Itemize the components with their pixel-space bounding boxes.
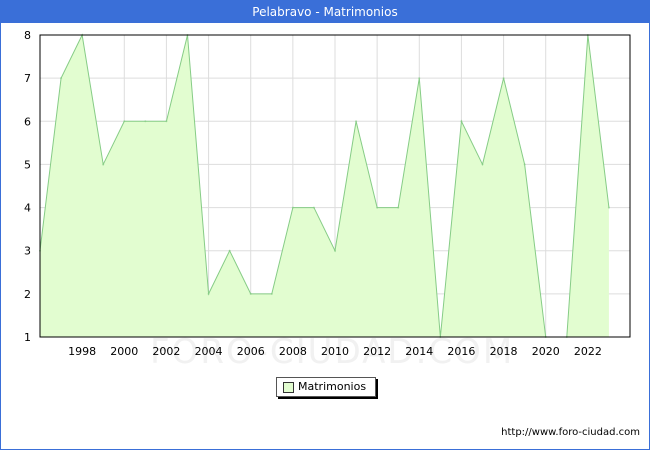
x-tick-label: 2016 <box>447 345 475 358</box>
y-tick-label: 6 <box>24 115 31 128</box>
x-tick-label: 1998 <box>68 345 96 358</box>
x-tick-label: 2022 <box>574 345 602 358</box>
data-point <box>60 77 63 80</box>
data-point <box>165 120 168 123</box>
data-point <box>123 120 126 123</box>
data-point <box>207 292 210 295</box>
legend-label: Matrimonios <box>298 380 367 393</box>
y-tick-label: 4 <box>24 202 31 215</box>
data-point <box>355 120 358 123</box>
y-tick-label: 5 <box>24 158 31 171</box>
y-tick-label: 2 <box>24 288 31 301</box>
data-point <box>460 120 463 123</box>
data-point <box>376 206 379 209</box>
data-point <box>102 163 105 166</box>
x-tick-label: 2014 <box>405 345 433 358</box>
data-point <box>418 77 421 80</box>
data-point <box>607 206 610 209</box>
y-tick-label: 3 <box>24 245 31 258</box>
data-point <box>502 77 505 80</box>
x-tick-label: 2010 <box>321 345 349 358</box>
x-tick-label: 2004 <box>195 345 223 358</box>
data-point <box>291 206 294 209</box>
data-point <box>334 249 336 252</box>
x-tick-label: 2012 <box>363 345 391 358</box>
x-tick-label: 2000 <box>110 345 138 358</box>
data-point <box>228 249 231 252</box>
data-point <box>270 292 273 295</box>
legend-swatch <box>283 382 294 393</box>
data-point <box>481 163 484 166</box>
x-tick-label: 2020 <box>532 345 560 358</box>
legend: Matrimonios <box>276 377 376 397</box>
y-tick-label: 8 <box>24 29 31 42</box>
x-tick-label: 2002 <box>152 345 180 358</box>
data-point <box>523 163 526 166</box>
x-tick-label: 2018 <box>490 345 518 358</box>
x-tick-label: 2008 <box>279 345 307 358</box>
data-point <box>144 120 147 123</box>
source-credit: http://www.foro-ciudad.com <box>501 427 640 438</box>
x-tick-label: 2006 <box>237 345 265 358</box>
y-tick-label: 7 <box>24 72 31 85</box>
data-point <box>249 292 252 295</box>
data-point <box>397 206 400 209</box>
y-tick-label: 1 <box>24 331 31 344</box>
data-point <box>312 206 315 209</box>
